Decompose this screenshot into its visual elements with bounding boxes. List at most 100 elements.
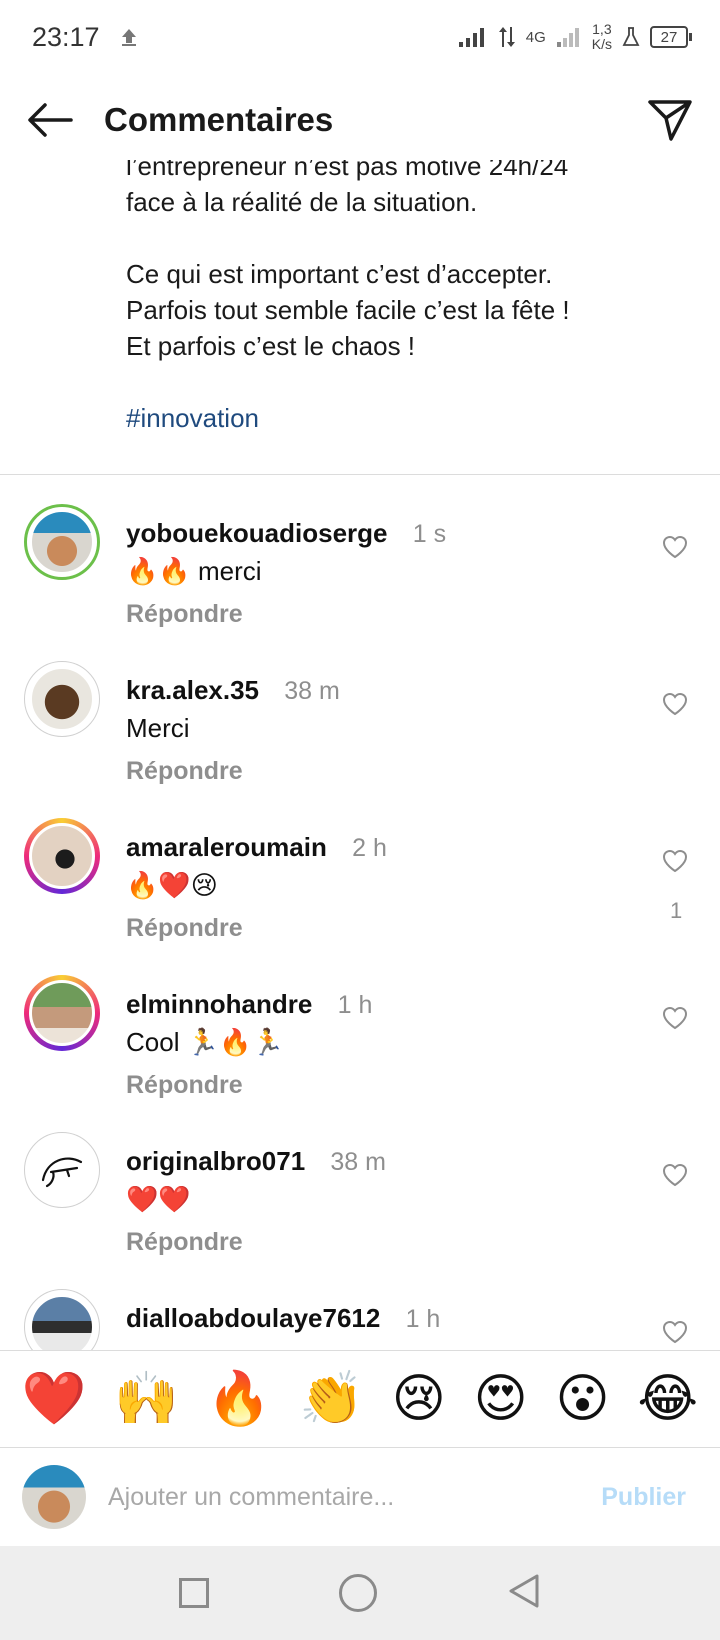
upload-icon (121, 29, 136, 46)
comment-text: Cool 🏃🔥🏃 (126, 1027, 284, 1057)
heart-outline-icon (662, 849, 688, 873)
avatar-ring[interactable] (24, 1132, 100, 1208)
comment-time: 1 s (412, 520, 447, 548)
emoji-clap-button[interactable]: 👏 (299, 1373, 364, 1425)
reply-button[interactable]: Répondre (126, 757, 243, 786)
comment-composer: Ajouter un commentaire... Publier (0, 1448, 720, 1546)
like-button[interactable] (658, 844, 692, 878)
comment-text: 🔥❤️😢 (126, 870, 218, 900)
paper-plane-icon (648, 100, 692, 141)
net-speed-value: 1,3 (592, 21, 612, 37)
heart-outline-icon (662, 1163, 688, 1187)
home-button[interactable] (339, 1574, 377, 1612)
avatar (29, 509, 95, 575)
emoji-surprised-button[interactable]: 😮 (555, 1373, 609, 1425)
caption-text-top: l’entrepreneur n’est pas motivé 24h/24 f… (126, 160, 569, 217)
avatar-ring[interactable] (24, 661, 100, 737)
comment-username[interactable]: elminnohandre (126, 989, 312, 1019)
emoji-raised-hands-button[interactable]: 🙌 (114, 1373, 179, 1425)
comment-username[interactable]: amaraleroumain (126, 832, 327, 862)
data-arrows-icon (498, 27, 515, 47)
avatar (29, 1294, 95, 1350)
avatar-ring[interactable] (24, 504, 100, 580)
current-user-avatar (22, 1465, 86, 1529)
avatar (29, 666, 95, 732)
comment-time: 38 m (284, 677, 340, 705)
comment-header: originalbro071 38 m (126, 1146, 386, 1177)
comment-time: 1 h (337, 991, 373, 1019)
comment-username[interactable]: kra.alex.35 (126, 675, 259, 705)
reply-button[interactable]: Répondre (126, 1228, 243, 1257)
reply-button[interactable]: Répondre (126, 914, 243, 943)
comment-header: kra.alex.35 38 m (126, 675, 340, 706)
publish-button[interactable]: Publier (601, 1483, 686, 1512)
comment-text: 🔥🔥 merci (126, 556, 262, 586)
comment-text: Merci (126, 713, 190, 743)
post-caption: l’entrepreneur n’est pas motivé 24h/24 f… (126, 160, 706, 472)
heart-outline-icon (662, 1006, 688, 1030)
nav-back-button[interactable] (507, 1573, 541, 1614)
emoji-crying-button[interactable]: 😢 (392, 1373, 446, 1425)
status-left: 23:17 (32, 22, 140, 53)
avatar (29, 823, 95, 889)
comment-header: amaraleroumain 2 h (126, 832, 387, 863)
like-button[interactable] (658, 1315, 692, 1349)
heart-outline-icon (662, 1320, 688, 1344)
like-button[interactable] (658, 1001, 692, 1035)
signal-icon (458, 28, 484, 47)
net-speed-unit: K/s (591, 36, 612, 52)
comment-header: elminnohandre 1 h (126, 989, 372, 1020)
avatar (29, 980, 95, 1046)
comment-header: yobouekouadioserge 1 s (126, 518, 446, 549)
avatar-ring[interactable] (24, 975, 100, 1051)
doodle-face-icon (41, 1157, 83, 1188)
comment-item: amaraleroumain 2 h 🔥❤️😢 Répondre 1 (0, 814, 720, 978)
emoji-fire-button[interactable]: 🔥 (207, 1373, 272, 1425)
like-button[interactable] (658, 687, 692, 721)
comment-item: kra.alex.35 38 m Merci Répondre (0, 657, 720, 821)
avatar (29, 1137, 95, 1203)
recent-apps-button[interactable] (179, 1578, 209, 1608)
hashtag-link[interactable]: #innovation (126, 403, 259, 433)
like-count[interactable]: 1 (670, 898, 682, 924)
caption-text-paragraph: Ce qui est important c’est d’accepter. P… (126, 259, 570, 361)
comment-username[interactable]: dialloabdoulaye7612 (126, 1303, 380, 1333)
system-nav-bar (0, 1546, 720, 1640)
comment-item: yobouekouadioserge 1 s 🔥🔥 merci Répondre (0, 500, 720, 664)
comment-text: ❤️❤️ (126, 1184, 191, 1214)
avatar-ring[interactable] (24, 1289, 100, 1350)
battery-indicator: 27 (650, 26, 692, 48)
comment-username[interactable]: originalbro071 (126, 1146, 305, 1176)
reply-button[interactable]: Répondre (126, 1071, 243, 1100)
like-button[interactable] (658, 530, 692, 564)
comment-item: originalbro071 38 m ❤️❤️ Répondre (0, 1128, 720, 1292)
avatar-ring[interactable] (24, 818, 100, 894)
page-title: Commentaires (104, 101, 334, 138)
comment-time: 2 h (352, 834, 387, 862)
heart-outline-icon (662, 535, 688, 559)
status-right: 4G 1,3 K/s 27 (458, 21, 692, 52)
back-button[interactable] (24, 94, 76, 146)
caption-divider (0, 474, 720, 475)
network-type: 4G (525, 28, 546, 46)
reply-button[interactable]: Répondre (126, 600, 243, 629)
triangle-back-icon (509, 1574, 539, 1607)
comment-username[interactable]: yobouekouadioserge (126, 518, 388, 548)
heart-outline-icon (662, 692, 688, 716)
header: Commentaires (0, 80, 720, 160)
status-bar: 23:17 4G 1,3 K/s 27 (0, 0, 720, 74)
like-button[interactable] (658, 1158, 692, 1192)
comment-input[interactable]: Ajouter un commentaire... (108, 1483, 601, 1512)
comment-item: elminnohandre 1 h Cool 🏃🔥🏃 Répondre (0, 971, 720, 1135)
emoji-heart-button[interactable]: ❤️ (22, 1373, 87, 1425)
comment-header: dialloabdoulaye7612 1 h (126, 1303, 440, 1334)
comment-time: 38 m (330, 1148, 386, 1176)
emoji-laughing-button[interactable]: 😂 (637, 1373, 698, 1425)
emoji-heart-eyes-button[interactable]: 😍 (474, 1373, 528, 1425)
flask-icon (622, 27, 640, 46)
signal-weak-icon (556, 28, 579, 47)
comments-scroll[interactable]: l’entrepreneur n’est pas motivé 24h/24 f… (0, 160, 720, 1350)
emoji-quick-bar: ❤️ 🙌 🔥 👏 😢 😍 😮 😂 (0, 1350, 720, 1448)
share-button[interactable] (644, 94, 696, 146)
arrow-left-icon (28, 103, 73, 137)
